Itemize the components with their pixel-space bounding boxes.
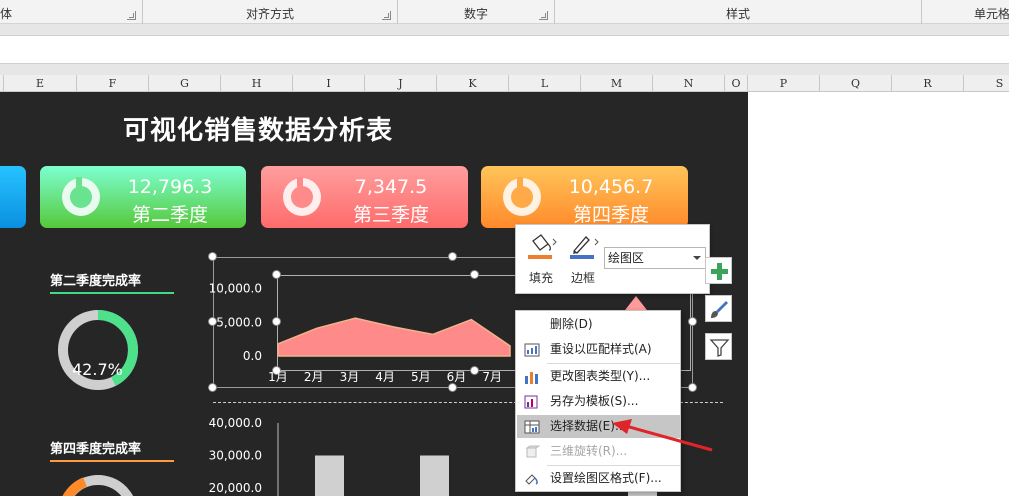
ribbon-group-number-label: 数字 <box>463 7 488 21</box>
reset-style-icon <box>524 343 540 357</box>
ribbon-group-font: 体 <box>0 0 143 24</box>
ribbon-group-cells: 单元格 <box>922 0 1009 24</box>
y-tick-label: 30,000.0 <box>209 449 262 463</box>
column-header-i[interactable]: I <box>293 75 365 92</box>
ribbon-group-cells-label: 单元格 <box>974 7 1009 21</box>
column-header-g[interactable]: G <box>149 75 221 92</box>
menu-item-label: 设置绘图区格式(F)... <box>550 471 662 485</box>
3d-rotate-icon <box>525 445 540 458</box>
chart-element-select[interactable]: 绘图区 <box>604 247 706 269</box>
column-header-h[interactable]: H <box>221 75 293 92</box>
menu-item-label: 重设以匹配样式(A) <box>550 342 652 356</box>
chart-element-value: 绘图区 <box>608 251 645 265</box>
ribbon-group-styles-label: 样式 <box>725 7 750 21</box>
formula-bar[interactable] <box>0 36 1009 64</box>
column-header-r[interactable]: R <box>892 75 964 92</box>
column-header-k[interactable]: K <box>437 75 509 92</box>
chart-filters-button[interactable] <box>705 333 732 360</box>
fill-button[interactable]: 填充 <box>524 231 558 287</box>
paintbrush-icon <box>711 301 728 318</box>
column-header-f[interactable]: F <box>77 75 149 92</box>
format-plot-area-icon <box>525 474 538 485</box>
save-template-icon <box>524 395 538 409</box>
fill-bucket-icon <box>528 234 557 259</box>
ribbon-divider <box>0 24 1009 36</box>
dialog-launcher-icon[interactable] <box>127 11 136 20</box>
fill-label: 填充 <box>528 271 553 285</box>
dialog-launcher-icon[interactable] <box>539 11 548 20</box>
ribbon-group-styles: 样式 <box>555 0 922 24</box>
bar[interactable] <box>420 455 449 496</box>
chart-elements-button[interactable] <box>705 257 732 284</box>
select-data-icon <box>524 420 540 434</box>
chart-styles-button[interactable] <box>705 295 732 322</box>
column-header-p[interactable]: P <box>748 75 820 92</box>
menu-item-change-chart-type[interactable]: 更改图表类型(Y)... <box>517 365 680 388</box>
column-header-o[interactable]: O <box>725 75 748 92</box>
column-header-s[interactable]: S <box>964 75 1009 92</box>
dialog-launcher-icon[interactable] <box>382 11 391 20</box>
arrow-head <box>612 419 632 434</box>
chevron-down-icon[interactable] <box>693 256 701 260</box>
y-tick-label: 40,000.0 <box>209 416 262 430</box>
ribbon-group-alignment-label: 对齐方式 <box>245 7 294 21</box>
y-tick-label: 20,000.0 <box>209 481 262 495</box>
menu-item-label: 更改图表类型(Y)... <box>550 369 651 383</box>
ribbon-group-bar: 体 对齐方式 数字 样式 单元格 <box>0 0 1009 24</box>
annotation-arrow <box>612 419 713 452</box>
column-header-n[interactable]: N <box>653 75 725 92</box>
chart-type-icon <box>525 372 538 384</box>
menu-separator <box>547 363 680 364</box>
column-header-q[interactable]: Q <box>820 75 892 92</box>
filter-icon <box>709 339 730 357</box>
arrow-shaft <box>625 424 713 452</box>
border-button[interactable]: 边框 <box>566 231 600 287</box>
column-headers: E F G H I J K L M N O P Q R S <box>0 75 1009 92</box>
plus-icon <box>711 263 728 280</box>
border-pen-icon <box>570 236 599 259</box>
ribbon-group-number: 数字 <box>398 0 555 24</box>
border-label: 边框 <box>570 271 595 285</box>
sheet-divider <box>0 64 1009 75</box>
bar[interactable] <box>315 455 344 496</box>
column-header-e[interactable]: E <box>4 75 77 92</box>
format-mini-toolbar: 填充 边框 绘图区 <box>515 224 710 294</box>
menu-separator <box>547 465 680 466</box>
ribbon-group-font-label: 体 <box>0 7 13 21</box>
column-header-j[interactable]: J <box>365 75 437 92</box>
menu-item-format-plot-area[interactable]: 设置绘图区格式(F)... <box>517 467 680 490</box>
column-header-l[interactable]: L <box>509 75 581 92</box>
delete-icon <box>524 318 540 332</box>
menu-item-label: 删除(D) <box>550 317 593 331</box>
menu-item-reset-style[interactable]: 重设以匹配样式(A) <box>517 338 680 361</box>
ribbon-group-alignment: 对齐方式 <box>143 0 398 24</box>
context-menu: 删除(D) 重设以匹配样式(A) 更改图表类型(Y)... 另存为模板(S)..… <box>515 310 681 492</box>
menu-item-delete[interactable]: 删除(D) <box>517 313 680 336</box>
column-header-m[interactable]: M <box>581 75 653 92</box>
